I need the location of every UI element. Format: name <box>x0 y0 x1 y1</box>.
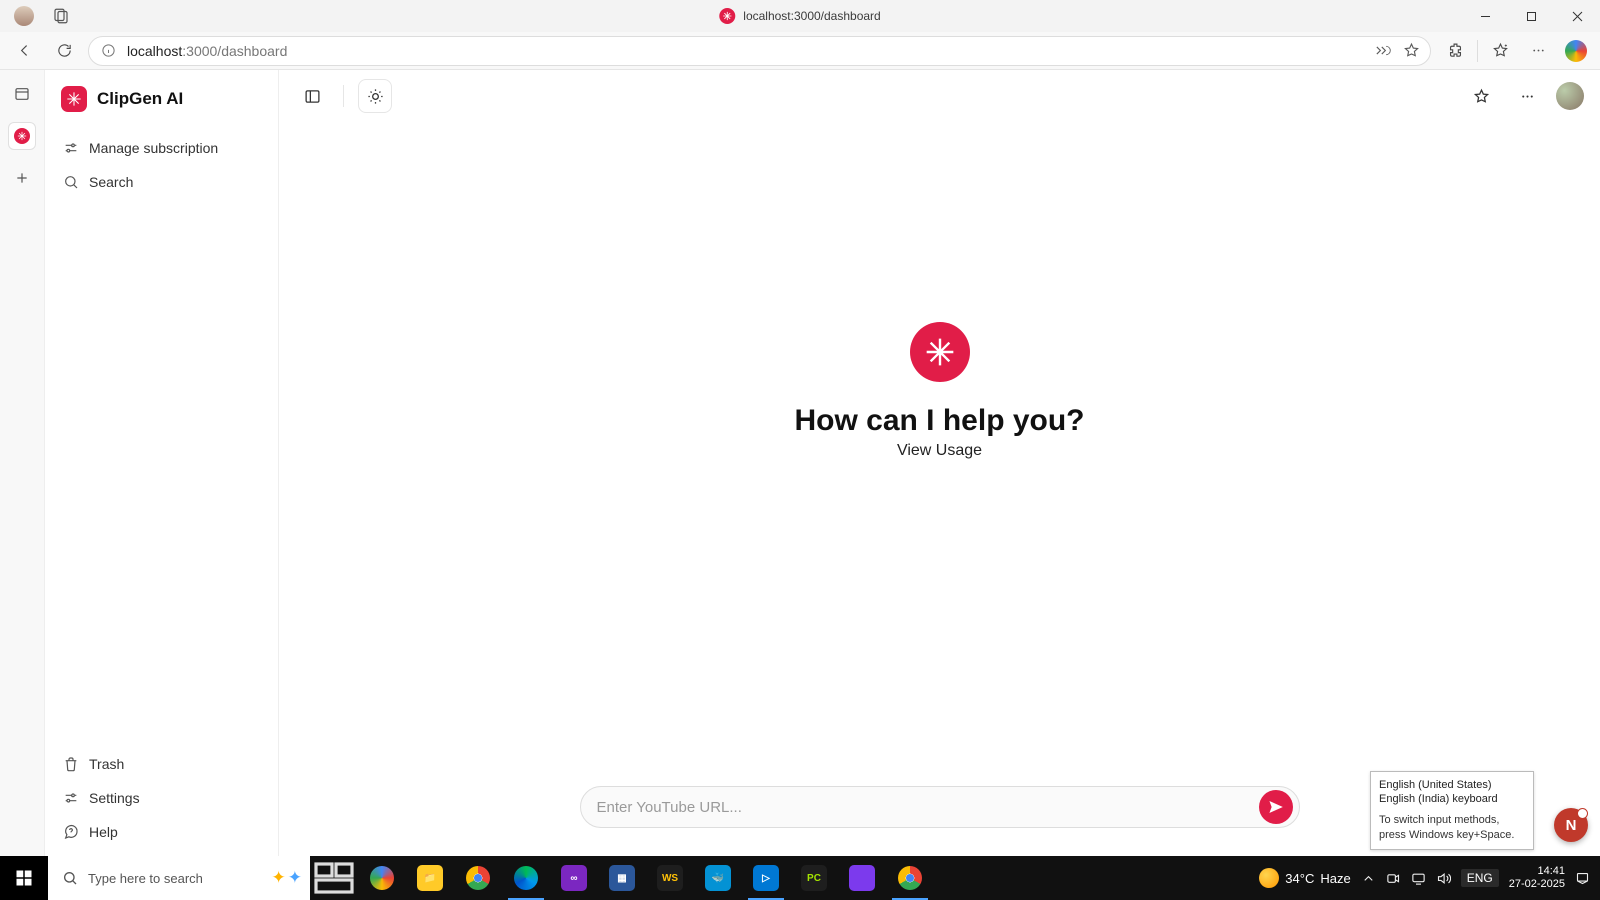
copilot-button[interactable] <box>1560 35 1592 67</box>
extensions-icon[interactable] <box>1439 35 1471 67</box>
weather-icon <box>1259 868 1279 888</box>
address-bar[interactable]: localhost:3000/dashboard <box>88 36 1431 66</box>
window-maximize-button[interactable] <box>1508 0 1554 32</box>
start-button[interactable] <box>0 856 48 900</box>
browser-menu-icon[interactable] <box>1522 35 1554 67</box>
tray-notifications-icon[interactable] <box>1575 871 1590 886</box>
browser-titlebar: localhost:3000/dashboard <box>0 0 1600 32</box>
active-tab-icon[interactable] <box>8 122 36 150</box>
browser-profile-avatar[interactable] <box>14 6 34 26</box>
url-path: :3000/dashboard <box>182 43 287 59</box>
app-topbar <box>279 70 1600 122</box>
app-logo-icon <box>61 86 87 112</box>
tab-favicon <box>719 8 735 24</box>
taskbar-app-docker[interactable]: 🐳 <box>694 856 742 900</box>
url-host: localhost <box>127 43 182 59</box>
tray-chevron-icon[interactable] <box>1361 871 1376 886</box>
favorite-star-icon[interactable] <box>1403 42 1420 59</box>
app-main: How can I help you? View Usage English (… <box>279 70 1600 856</box>
submit-button[interactable] <box>1259 790 1293 824</box>
new-tab-button[interactable] <box>8 164 36 192</box>
weather-condition: Haze <box>1320 871 1350 886</box>
divider <box>343 85 344 107</box>
sliders-icon <box>63 140 79 156</box>
browser-toolbar: localhost:3000/dashboard <box>0 32 1600 70</box>
tab-actions-icon[interactable] <box>8 80 36 108</box>
taskbar-app-pycharm[interactable]: PC <box>790 856 838 900</box>
taskbar-app-vscode[interactable]: ▷ <box>742 856 790 900</box>
read-aloud-icon[interactable] <box>1374 42 1391 59</box>
taskbar-app-visualstudio[interactable]: ∞ <box>550 856 598 900</box>
nav-refresh-button[interactable] <box>48 35 80 67</box>
windows-taskbar: Type here to search ✦✦ 📁 ∞ ▦ WS 🐳 ▷ PC 3… <box>0 856 1600 900</box>
tab-title: localhost:3000/dashboard <box>743 9 880 23</box>
window-minimize-button[interactable] <box>1462 0 1508 32</box>
settings-icon <box>63 790 79 806</box>
nav-back-button[interactable] <box>8 35 40 67</box>
notification-badge[interactable]: N <box>1554 808 1588 842</box>
tray-clock[interactable]: 14:41 27-02-2025 <box>1509 865 1565 890</box>
sidebar-item-label: Search <box>89 174 133 190</box>
trash-icon <box>63 756 79 772</box>
sidebar-item-label: Help <box>89 824 118 840</box>
tray-volume-icon[interactable] <box>1436 871 1451 886</box>
hero-heading: How can I help you? <box>794 404 1084 438</box>
url-text: localhost:3000/dashboard <box>127 43 287 59</box>
sidebar-item-settings[interactable]: Settings <box>55 782 268 814</box>
tooltip-line: To switch input methods, press Windows k… <box>1379 813 1525 843</box>
site-info-icon[interactable] <box>99 42 117 60</box>
workspaces-icon[interactable] <box>52 7 70 25</box>
user-avatar[interactable] <box>1556 82 1584 110</box>
app-sidebar: ClipGen AI Manage subscription Search <box>45 70 279 856</box>
tray-language[interactable]: ENG <box>1461 869 1499 887</box>
notification-letter: N <box>1566 817 1577 834</box>
taskbar-search-placeholder: Type here to search <box>88 871 203 886</box>
hero-logo-icon <box>910 322 970 382</box>
sidebar-item-manage-subscription[interactable]: Manage subscription <box>55 132 268 164</box>
url-input-bar[interactable] <box>580 786 1300 828</box>
hero-section: How can I help you? View Usage <box>279 122 1600 856</box>
taskbar-app-chrome2[interactable] <box>886 856 934 900</box>
window-close-button[interactable] <box>1554 0 1600 32</box>
sidebar-item-search[interactable]: Search <box>55 166 268 198</box>
taskbar-search[interactable]: Type here to search ✦✦ <box>48 856 310 900</box>
task-view-icon[interactable] <box>310 856 358 900</box>
sidebar-item-label: Trash <box>89 756 124 772</box>
taskbar-app-calculator[interactable]: ▦ <box>598 856 646 900</box>
tooltip-line: English (India) keyboard <box>1379 792 1525 807</box>
tray-network-icon[interactable] <box>1411 871 1426 886</box>
theme-toggle-button[interactable] <box>358 79 392 113</box>
clock-date: 27-02-2025 <box>1509 878 1565 891</box>
taskbar-apps: 📁 ∞ ▦ WS 🐳 ▷ PC <box>310 856 934 900</box>
sidebar-item-label: Manage subscription <box>89 140 218 156</box>
weather-temp: 34°C <box>1285 871 1314 886</box>
search-highlight-icon: ✦✦ <box>272 868 303 888</box>
vertical-tabs-rail <box>0 70 45 856</box>
search-icon <box>63 174 79 190</box>
app-brand[interactable]: ClipGen AI <box>55 84 268 118</box>
taskbar-app-copilot[interactable] <box>358 856 406 900</box>
tooltip-line: English (United States) <box>1379 778 1525 793</box>
tray-meet-now-icon[interactable] <box>1386 871 1401 886</box>
weather-widget[interactable]: 34°C Haze <box>1259 868 1350 888</box>
taskbar-app-webstorm[interactable]: WS <box>646 856 694 900</box>
toggle-sidebar-button[interactable] <box>295 79 329 113</box>
help-icon <box>63 824 79 840</box>
taskbar-app-purple[interactable] <box>838 856 886 900</box>
taskbar-app-edge[interactable] <box>502 856 550 900</box>
language-tooltip: English (United States) English (India) … <box>1370 771 1534 850</box>
system-tray: 34°C Haze ENG 14:41 27-02-2025 <box>1259 856 1600 900</box>
youtube-url-input[interactable] <box>597 799 1259 816</box>
app-more-button[interactable] <box>1510 79 1544 113</box>
collections-icon[interactable] <box>1484 35 1516 67</box>
view-usage-link[interactable]: View Usage <box>897 442 982 460</box>
sidebar-item-help[interactable]: Help <box>55 816 268 848</box>
app-star-button[interactable] <box>1464 79 1498 113</box>
sidebar-item-label: Settings <box>89 790 140 806</box>
app-name: ClipGen AI <box>97 89 183 109</box>
clock-time: 14:41 <box>1509 865 1565 878</box>
taskbar-app-explorer[interactable]: 📁 <box>406 856 454 900</box>
sidebar-item-trash[interactable]: Trash <box>55 748 268 780</box>
taskbar-app-chrome[interactable] <box>454 856 502 900</box>
